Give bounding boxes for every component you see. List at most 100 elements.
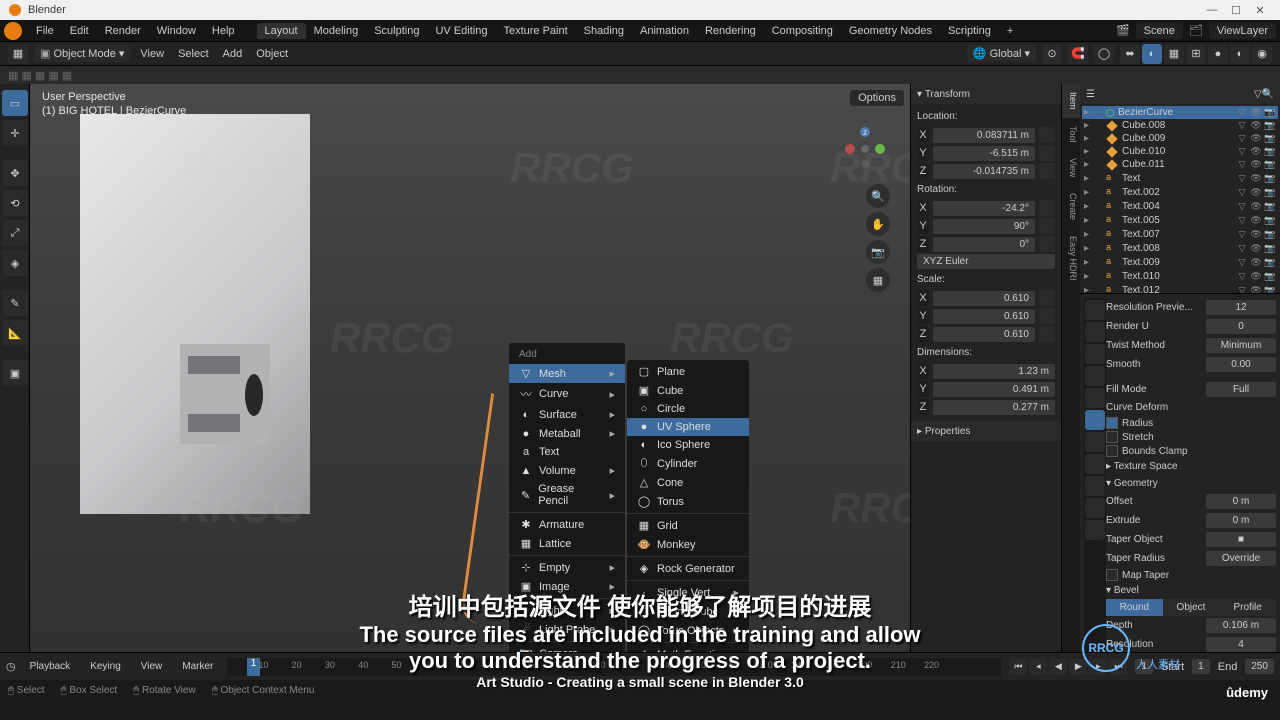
overlay-toggle[interactable]: ◐ bbox=[1142, 44, 1162, 64]
tab-item[interactable]: Item bbox=[1062, 84, 1080, 118]
add-menu-item[interactable]: 〰Curve▸ bbox=[509, 383, 625, 405]
smooth-val[interactable]: 0.00 bbox=[1206, 357, 1276, 372]
mode-selector[interactable]: ▣ Object Mode ▾ bbox=[34, 45, 130, 62]
search-icon[interactable]: 🔍 bbox=[1262, 89, 1274, 100]
mesh-menu-item[interactable]: ·Single Vert▸ bbox=[627, 583, 749, 602]
scale-x[interactable]: 0.610 bbox=[933, 291, 1035, 306]
mesh-menu-item[interactable]: ▢Round Cube bbox=[627, 602, 749, 621]
outliner-row[interactable]: ▸aText.009▽👁📷 bbox=[1082, 255, 1278, 269]
dim-z[interactable]: 0.277 m bbox=[933, 400, 1055, 415]
vmenu-add[interactable]: Add bbox=[219, 46, 247, 62]
tool-transform[interactable]: ◈ bbox=[2, 250, 28, 276]
loc-z[interactable]: -0.014735 m bbox=[933, 164, 1035, 179]
workspace-scripting[interactable]: Scripting bbox=[940, 23, 999, 39]
viewlayer-selector[interactable]: ViewLayer bbox=[1209, 23, 1276, 39]
loc-x[interactable]: 0.083711 m bbox=[933, 128, 1035, 143]
tl-keying[interactable]: Keying bbox=[84, 659, 127, 674]
workspace-add[interactable]: + bbox=[999, 25, 1021, 37]
outliner-row[interactable]: ▸aText▽👁📷 bbox=[1082, 171, 1278, 185]
nav-zoom-icon[interactable]: 🔍 bbox=[866, 184, 890, 208]
shading-solid-icon[interactable]: ● bbox=[1208, 44, 1228, 64]
ptab-render[interactable] bbox=[1085, 300, 1105, 320]
scale-y[interactable]: 0.610 bbox=[933, 309, 1035, 324]
add-menu-item[interactable]: ▣Image▸ bbox=[509, 577, 625, 596]
shading-wire-icon[interactable]: ⊞ bbox=[1186, 44, 1206, 64]
render-u[interactable]: 0 bbox=[1206, 319, 1276, 334]
ptab-modifier[interactable] bbox=[1085, 432, 1105, 452]
add-menu-item[interactable]: ☄Light Probe▸ bbox=[509, 620, 625, 639]
tab-view[interactable]: View bbox=[1062, 150, 1080, 185]
workspace-layout[interactable]: Layout bbox=[257, 23, 306, 39]
add-menu-item[interactable]: ✎Grease Pencil▸ bbox=[509, 480, 625, 510]
workspace-sculpting[interactable]: Sculpting bbox=[366, 23, 427, 39]
vmenu-select[interactable]: Select bbox=[174, 46, 213, 62]
window-minimize[interactable]: — bbox=[1200, 4, 1224, 16]
nav-camera-icon[interactable]: 📷 bbox=[866, 240, 890, 264]
filter-icon[interactable]: ▽ bbox=[1254, 89, 1262, 100]
tl-marker[interactable]: Marker bbox=[176, 659, 219, 674]
outliner-row[interactable]: ▸aText.012▽👁📷 bbox=[1082, 283, 1278, 294]
mesh-menu-item[interactable]: ⬯Cylinder bbox=[627, 454, 749, 473]
menu-render[interactable]: Render bbox=[97, 25, 149, 37]
xray-toggle[interactable]: ▦ bbox=[1164, 44, 1184, 64]
lock-icon[interactable] bbox=[1039, 127, 1055, 143]
mesh-menu-item[interactable]: ƒMath Function▸ bbox=[627, 645, 749, 652]
res-preview[interactable]: 12 bbox=[1206, 300, 1276, 315]
tl-view[interactable]: View bbox=[135, 659, 169, 674]
outliner-editor-icon[interactable]: ☰ bbox=[1086, 89, 1095, 100]
ptab-world[interactable] bbox=[1085, 388, 1105, 408]
menu-window[interactable]: Window bbox=[149, 25, 204, 37]
chk-maptaper[interactable] bbox=[1106, 569, 1118, 581]
window-maximize[interactable]: ☐ bbox=[1224, 4, 1248, 17]
loc-y[interactable]: -6.515 m bbox=[933, 146, 1035, 161]
menu-edit[interactable]: Edit bbox=[62, 25, 97, 37]
dim-y[interactable]: 0.491 m bbox=[933, 382, 1055, 397]
play-rev-icon[interactable]: ◀ bbox=[1049, 659, 1067, 675]
workspace-texture[interactable]: Texture Paint bbox=[495, 23, 575, 39]
tool-add-cube[interactable]: ▣ bbox=[2, 360, 28, 386]
editor-type-icon[interactable]: ▦ bbox=[8, 44, 28, 64]
vmenu-object[interactable]: Object bbox=[252, 46, 292, 62]
bevel-depth[interactable]: 0.106 m bbox=[1206, 618, 1276, 633]
chk-stretch[interactable] bbox=[1106, 431, 1118, 443]
timeline-ruler[interactable]: 1 10203040506070809010011012014015016017… bbox=[227, 658, 1001, 676]
tab-tool[interactable]: Tool bbox=[1062, 118, 1080, 151]
window-close[interactable]: ✕ bbox=[1248, 4, 1272, 17]
expand-icon[interactable]: ▾ bbox=[917, 89, 922, 100]
menu-file[interactable]: File bbox=[28, 25, 62, 37]
add-menu-item[interactable]: ▽Mesh▸ bbox=[509, 364, 625, 383]
chk-bounds[interactable] bbox=[1106, 445, 1118, 457]
mesh-menu-item[interactable]: ◯Torus Objects▸ bbox=[627, 621, 749, 640]
ptab-output[interactable] bbox=[1085, 322, 1105, 342]
play-icon[interactable]: ▶ bbox=[1069, 659, 1087, 675]
add-menu-item[interactable]: ⊹Empty▸ bbox=[509, 558, 625, 577]
mesh-menu-item[interactable]: ◐Ico Sphere bbox=[627, 436, 749, 454]
outliner-row[interactable]: ▸aText.007▽👁📷 bbox=[1082, 227, 1278, 241]
bevel-res[interactable]: 4 bbox=[1206, 637, 1276, 652]
transform-orientation[interactable]: 🌐 Global ▾ bbox=[967, 45, 1036, 62]
ptab-constraints[interactable] bbox=[1085, 498, 1105, 518]
shading-preview-icon[interactable]: ◐ bbox=[1230, 44, 1250, 64]
tool-cursor[interactable]: ✛ bbox=[2, 120, 28, 146]
taper-object[interactable]: ■ bbox=[1206, 532, 1276, 547]
tool-move[interactable]: ✥ bbox=[2, 160, 28, 186]
dim-x[interactable]: 1.23 m bbox=[933, 364, 1055, 379]
frame-start[interactable]: 1 bbox=[1192, 659, 1210, 674]
workspace-shading[interactable]: Shading bbox=[576, 23, 632, 39]
tl-playback[interactable]: Playback bbox=[24, 659, 77, 674]
scene-selector[interactable]: Scene bbox=[1136, 23, 1183, 39]
tab-easyhdri[interactable]: Easy HDRI bbox=[1062, 228, 1080, 289]
outliner-row[interactable]: ▸aText.008▽👁📷 bbox=[1082, 241, 1278, 255]
mesh-menu-item[interactable]: △Cone bbox=[627, 473, 749, 492]
bevel-round[interactable]: Round bbox=[1106, 599, 1163, 616]
outliner-row[interactable]: ▸aText.005▽👁📷 bbox=[1082, 213, 1278, 227]
taper-radius[interactable]: Override bbox=[1206, 551, 1276, 566]
tool-select-box[interactable]: ▭ bbox=[2, 90, 28, 116]
outliner-row[interactable]: ▸aText.004▽👁📷 bbox=[1082, 199, 1278, 213]
mesh-menu-item[interactable]: ▣Cube bbox=[627, 381, 749, 400]
viewport-3d[interactable]: User Perspective (1) BIG HOTEL | BezierC… bbox=[30, 84, 910, 652]
mesh-menu-item[interactable]: 🐵Monkey bbox=[627, 535, 749, 554]
tool-annotate[interactable]: ✎ bbox=[2, 290, 28, 316]
rot-x[interactable]: -24.2° bbox=[933, 201, 1035, 216]
ptab-particles[interactable] bbox=[1085, 454, 1105, 474]
